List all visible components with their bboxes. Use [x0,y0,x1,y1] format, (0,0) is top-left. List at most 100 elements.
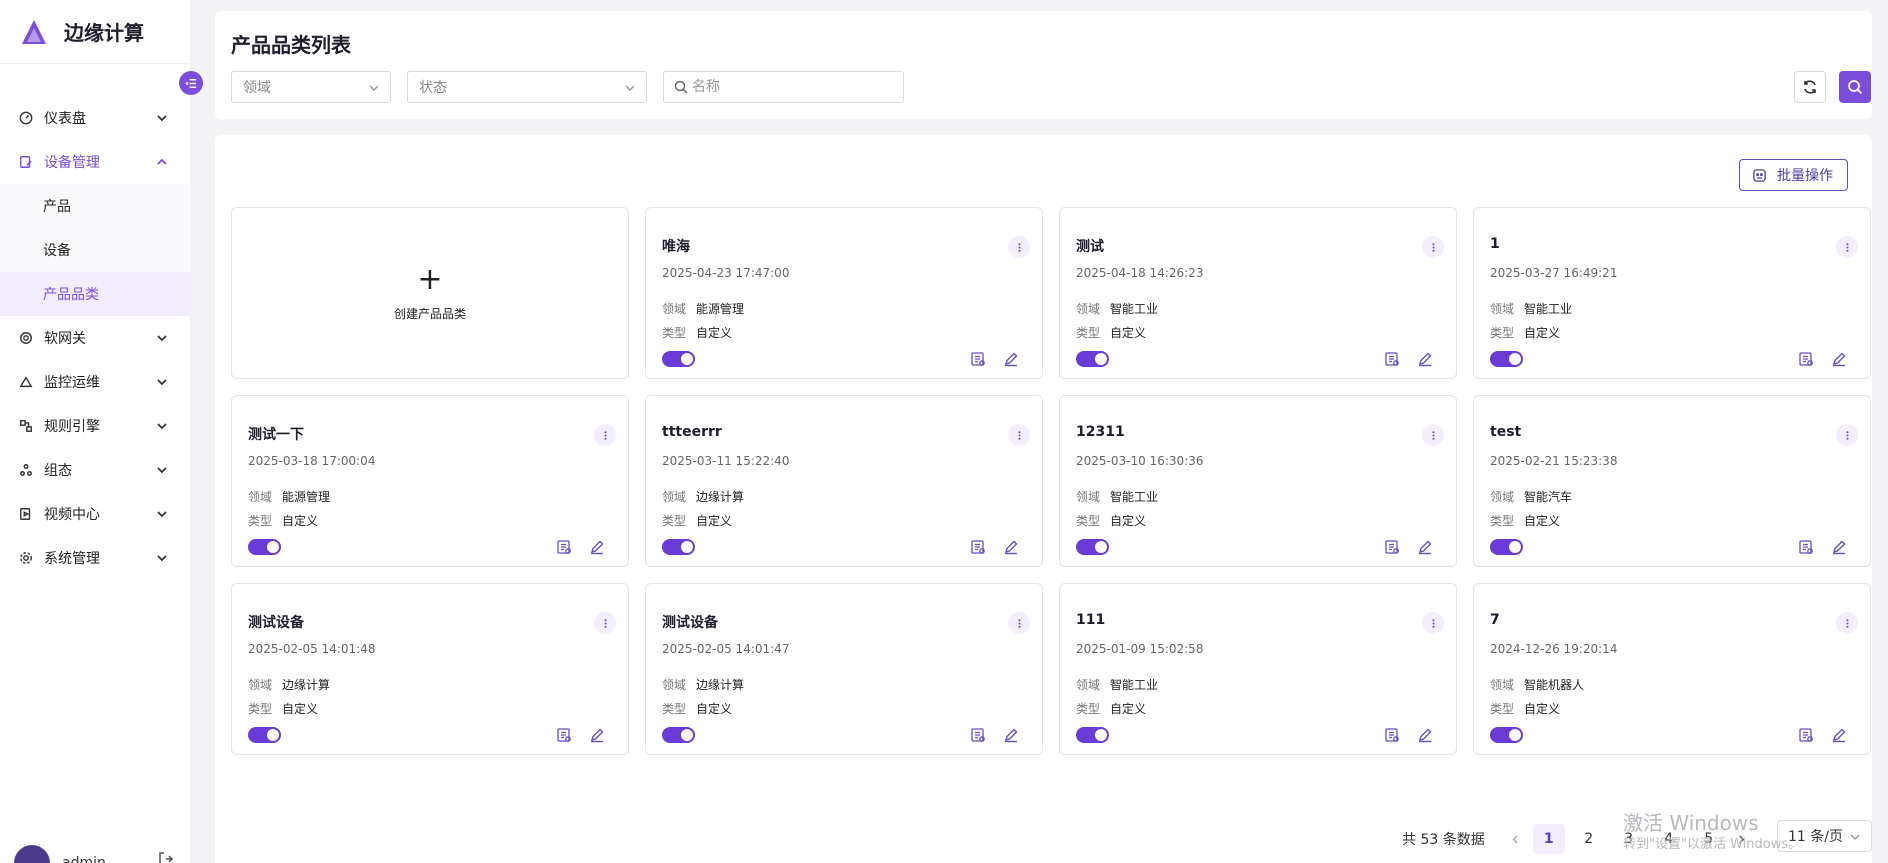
more-actions-button[interactable] [1836,612,1858,634]
detail-icon[interactable] [1384,727,1400,743]
toggle-knob [681,729,693,741]
detail-icon[interactable] [970,539,986,555]
detail-icon[interactable] [556,539,572,555]
more-actions-button[interactable] [1422,424,1444,446]
category-card[interactable]: 测试一下 2025-03-18 17:00:04 领域 能源管理 类型 自定义 [231,395,629,567]
category-card[interactable]: 111 2025-01-09 15:02:58 领域 智能工业 类型 自定义 [1059,583,1457,755]
avatar[interactable] [14,845,50,863]
more-actions-button[interactable] [1008,424,1030,446]
more-vertical-icon [603,430,607,440]
detail-icon[interactable] [1798,727,1814,743]
edit-icon[interactable] [589,539,605,555]
more-actions-button[interactable] [1422,612,1444,634]
category-card[interactable]: ttteerrr 2025-03-11 15:22:40 领域 边缘计算 类型 … [645,395,1043,567]
enable-toggle[interactable] [1490,539,1523,555]
type-label: 类型 [1490,514,1515,528]
category-card[interactable]: 12311 2025-03-10 16:30:36 领域 智能工业 类型 自定义 [1059,395,1457,567]
plus-icon: + [417,261,443,297]
more-actions-button[interactable] [1836,424,1858,446]
edit-icon[interactable] [1417,539,1433,555]
category-card[interactable]: test 2025-02-21 15:23:38 领域 智能汽车 类型 自定义 [1473,395,1871,567]
chevron-down-icon [157,115,167,122]
edit-icon[interactable] [1831,351,1847,367]
sidebar-item-rule-engine[interactable]: 规则引擎 [0,404,191,448]
category-card[interactable]: 1 2025-03-27 16:49:21 领域 智能工业 类型 自定义 [1473,207,1871,379]
create-category-card[interactable]: + 创建产品品类 [231,207,629,379]
sidebar-item-label: 仪表盘 [44,111,86,127]
enable-toggle[interactable] [248,539,281,555]
sidebar-item-device[interactable]: 设备 [0,228,191,272]
toggle-knob [681,541,693,553]
enable-toggle[interactable] [662,727,695,743]
sidebar-item-device-management[interactable]: 设备管理 [0,140,191,184]
domain-label: 领域 [1076,490,1101,504]
enable-toggle[interactable] [662,539,695,555]
more-actions-button[interactable] [1422,236,1444,258]
sidebar-item-dashboard[interactable]: 仪表盘 [0,96,191,140]
edit-icon[interactable] [1003,351,1019,367]
domain-select[interactable]: 领域 [231,71,391,103]
edit-icon[interactable] [1003,727,1019,743]
category-card[interactable]: 测试 2025-04-18 14:26:23 领域 智能工业 类型 自定义 [1059,207,1457,379]
sidebar-item-configuration[interactable]: 组态 [0,448,191,492]
sidebar-item-product-category[interactable]: 产品品类 [0,272,191,316]
enable-toggle[interactable] [1076,539,1109,555]
search-button[interactable] [1839,71,1871,103]
batch-operation-button[interactable]: 批量操作 [1739,159,1848,191]
page-1-button[interactable]: 1 [1532,824,1565,854]
sidebar-collapse-button[interactable] [179,71,203,95]
detail-icon[interactable] [970,351,986,367]
detail-icon[interactable] [970,727,986,743]
enable-toggle[interactable] [1076,727,1109,743]
enable-toggle[interactable] [662,351,695,367]
edit-icon[interactable] [589,727,605,743]
detail-icon[interactable] [1384,539,1400,555]
sidebar-item-monitoring[interactable]: 监控运维 [0,360,191,404]
edit-icon[interactable] [1417,351,1433,367]
more-actions-button[interactable] [594,612,616,634]
category-card[interactable]: 测试设备 2025-02-05 14:01:47 领域 边缘计算 类型 自定义 [645,583,1043,755]
page-title: 产品品类列表 [231,33,351,57]
more-actions-button[interactable] [1008,612,1030,634]
category-domain-row: 领域 能源管理 [662,300,744,317]
status-select[interactable]: 状态 [407,71,647,103]
category-card[interactable]: 测试设备 2025-02-05 14:01:48 领域 边缘计算 类型 自定义 [231,583,629,755]
edit-icon[interactable] [1831,727,1847,743]
edit-icon[interactable] [1417,727,1433,743]
more-actions-button[interactable] [594,424,616,446]
sidebar-item-video-center[interactable]: 视频中心 [0,492,191,536]
toggle-knob [1095,353,1107,365]
chevron-down-icon [157,467,167,474]
category-domain-row: 领域 边缘计算 [662,488,744,505]
device-manage-icon [18,154,34,170]
sidebar-item-soft-gateway[interactable]: 软网关 [0,316,191,360]
edit-icon[interactable] [1003,539,1019,555]
chevron-down-icon [157,511,167,518]
category-name: 12311 [1076,424,1125,440]
domain-value: 智能工业 [1524,302,1573,316]
edit-icon[interactable] [1831,539,1847,555]
chevron-down-icon [1850,834,1860,840]
category-card[interactable]: 唯海 2025-04-23 17:47:00 领域 能源管理 类型 自定义 [645,207,1043,379]
enable-toggle[interactable] [1490,351,1523,367]
prev-page-button[interactable] [1503,834,1529,845]
more-actions-button[interactable] [1836,236,1858,258]
name-search-input[interactable] [692,79,892,95]
refresh-button[interactable] [1794,71,1826,103]
enable-toggle[interactable] [248,727,281,743]
type-value: 自定义 [1524,514,1561,528]
page-2-button[interactable]: 2 [1573,824,1605,854]
category-created-time: 2025-01-09 15:02:58 [1076,642,1204,656]
sidebar-item-system-management[interactable]: 系统管理 [0,536,191,580]
detail-icon[interactable] [1798,351,1814,367]
enable-toggle[interactable] [1076,351,1109,367]
more-actions-button[interactable] [1008,236,1030,258]
logout-icon[interactable] [158,851,174,863]
sidebar-item-product[interactable]: 产品 [0,184,191,228]
detail-icon[interactable] [1798,539,1814,555]
type-value: 自定义 [696,702,733,716]
category-card[interactable]: 7 2024-12-26 19:20:14 领域 智能机器人 类型 自定义 [1473,583,1871,755]
detail-icon[interactable] [1384,351,1400,367]
detail-icon[interactable] [556,727,572,743]
enable-toggle[interactable] [1490,727,1523,743]
